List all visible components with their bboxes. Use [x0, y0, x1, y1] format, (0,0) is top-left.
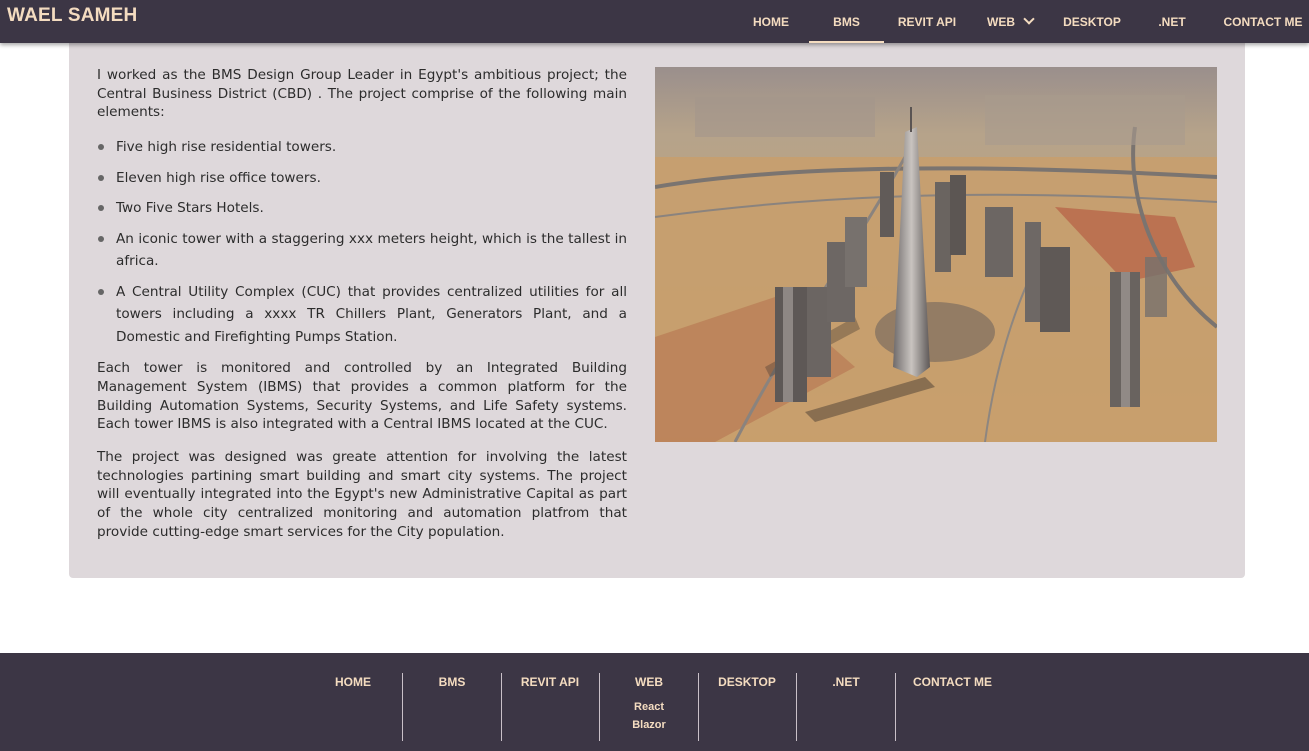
elements-list: Five high rise residential towers. Eleve… — [97, 136, 627, 348]
footer-col-revit: REVIT API — [501, 673, 600, 741]
nav-web-label: WEB — [987, 15, 1015, 29]
footer-link-bms[interactable]: BMS — [403, 675, 501, 689]
footer-col-desktop: DESKTOP — [698, 673, 797, 741]
footer-col-bms: BMS — [403, 673, 502, 741]
nav-revit-api[interactable]: REVIT API — [892, 0, 962, 43]
nav-bms[interactable]: BMS — [809, 0, 884, 43]
list-item: Two Five Stars Hotels. — [97, 197, 627, 220]
project-description: I worked as the BMS Design Group Leader … — [97, 66, 627, 555]
nav-home[interactable]: HOME — [736, 0, 806, 43]
footer-link-contact-me[interactable]: CONTACT ME — [895, 675, 1010, 689]
top-navbar: WAEL SAMEH HOME BMS REVIT API WEB DESKTO… — [0, 0, 1309, 43]
footer-col-web: WEB React Blazor — [600, 673, 699, 741]
list-item: Eleven high rise office towers. — [97, 167, 627, 190]
footer-link-react[interactable]: React — [600, 701, 698, 713]
nav-desktop[interactable]: DESKTOP — [1057, 0, 1127, 43]
footer-link-desktop[interactable]: DESKTOP — [698, 675, 796, 689]
footer-col-net: .NET — [797, 673, 896, 741]
footer-col-contact: CONTACT ME — [895, 673, 1010, 741]
nav-contact-me[interactable]: CONTACT ME — [1218, 0, 1308, 43]
footer-link-home[interactable]: HOME — [304, 675, 402, 689]
chevron-down-icon — [1023, 13, 1035, 25]
cbd-aerial-photo — [655, 67, 1217, 442]
ibms-paragraph: Each tower is monitored and controlled b… — [97, 360, 627, 433]
brand-logo-text[interactable]: WAEL SAMEH — [7, 5, 137, 27]
project-card: I worked as the BMS Design Group Leader … — [69, 43, 1245, 578]
nav-net[interactable]: .NET — [1142, 0, 1202, 43]
footer-link-net[interactable]: .NET — [797, 675, 895, 689]
cbd-aerial-illustration — [655, 67, 1217, 442]
list-item: An iconic tower with a staggering xxx me… — [97, 228, 627, 273]
intro-paragraph: I worked as the BMS Design Group Leader … — [97, 67, 627, 121]
footer-col-home: HOME — [304, 673, 403, 741]
nav-web[interactable]: WEB — [978, 0, 1042, 43]
footer-link-blazor[interactable]: Blazor — [600, 719, 698, 731]
site-footer: HOME BMS REVIT API WEB React Blazor DESK… — [0, 653, 1309, 751]
list-item: Five high rise residential towers. — [97, 136, 627, 159]
footer-link-web[interactable]: WEB — [600, 675, 698, 689]
smart-city-paragraph: The project was designed was greate atte… — [97, 448, 627, 540]
list-item: A Central Utility Complex (CUC) that pro… — [97, 281, 627, 349]
footer-link-revit-api[interactable]: REVIT API — [501, 675, 599, 689]
